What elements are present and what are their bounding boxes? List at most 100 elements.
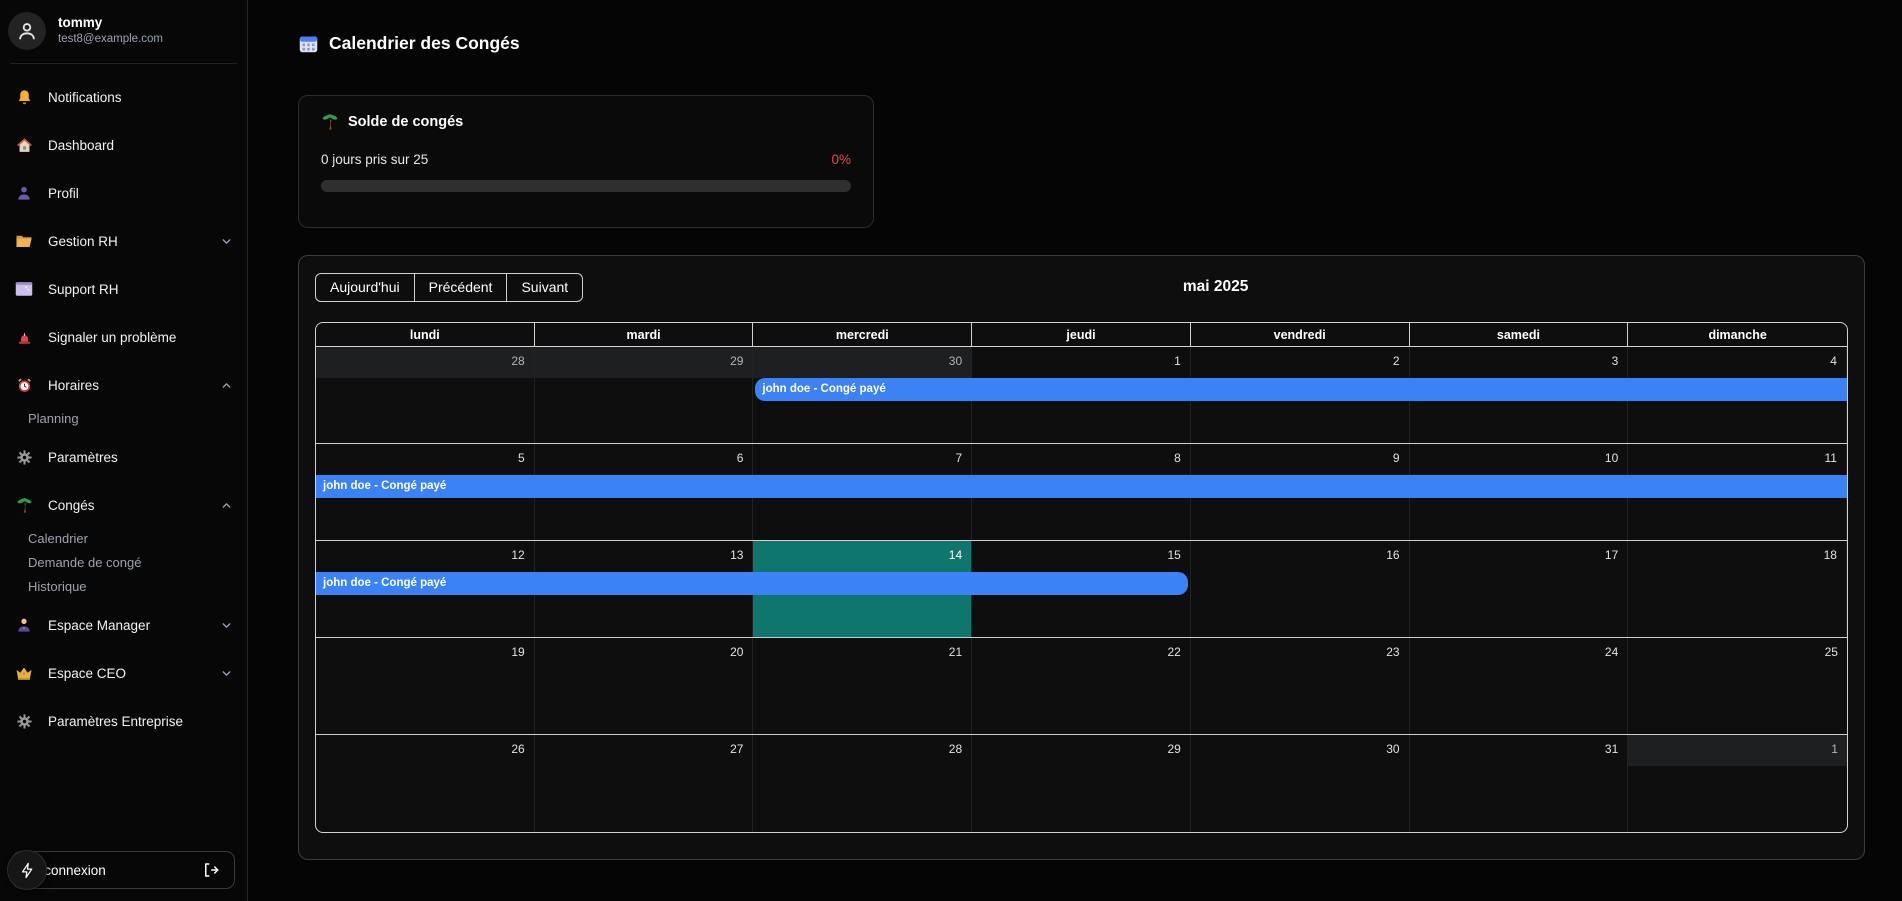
calendar-grid: lundimardimercredijeudivendredisamedidim… <box>315 322 1848 833</box>
day-number: 10 <box>1410 444 1628 475</box>
sidebar-subitem-calendrier[interactable]: Calendrier <box>14 526 233 550</box>
day-cell[interactable]: 18 <box>1628 541 1847 637</box>
chevron-down-icon <box>220 619 233 632</box>
calendar-event[interactable]: john doe - Congé payé <box>316 572 1188 595</box>
calendar-event[interactable]: john doe - Congé payé <box>755 378 1847 401</box>
day-cell[interactable]: 26 <box>316 735 535 832</box>
sidebar-item-notifications[interactable]: Notifications <box>14 82 233 112</box>
day-number: 27 <box>535 735 753 766</box>
day-cell[interactable]: 19 <box>316 638 535 734</box>
day-cell[interactable]: 17 <box>1410 541 1629 637</box>
day-number: 29 <box>535 347 753 378</box>
page-title: Calendrier des Congés <box>298 33 520 54</box>
day-number: 19 <box>316 638 534 669</box>
day-cell[interactable]: 31 <box>1410 735 1629 832</box>
sidebar-item-label: Gestion RH <box>48 234 118 249</box>
day-cell[interactable]: 23 <box>1191 638 1410 734</box>
calendar-nav-buttons: Aujourd'hui Précédent Suivant <box>315 273 583 302</box>
sidebar-item-profil[interactable]: Profil <box>14 178 233 208</box>
day-header-samedi: samedi <box>1410 323 1629 346</box>
day-number: 29 <box>972 735 1190 766</box>
sidebar-subitem-historique[interactable]: Historique <box>14 574 233 598</box>
sidebar-item-label: Signaler un problème <box>48 330 176 345</box>
sidebar-item-conges[interactable]: Congés <box>14 490 233 520</box>
day-number: 18 <box>1628 541 1846 572</box>
day-cell[interactable]: 28 <box>316 347 535 443</box>
calendar-week-row: 2627282930311 <box>316 735 1847 832</box>
day-number: 26 <box>316 735 534 766</box>
calendar-event[interactable]: john doe - Congé payé <box>316 475 1847 498</box>
day-number: 23 <box>1191 638 1409 669</box>
person-icon <box>14 183 34 203</box>
sidebar-item-gestion-rh[interactable]: Gestion RH <box>14 226 233 256</box>
chevron-down-icon <box>220 235 233 248</box>
sidebar-item-parametres-entreprise[interactable]: Paramètres Entreprise <box>14 706 233 736</box>
day-number: 12 <box>316 541 534 572</box>
sidebar-sublist-horaires: Planning <box>14 406 233 430</box>
calendar-icon <box>298 33 319 54</box>
sidebar-item-label: Espace CEO <box>48 666 126 681</box>
balance-card-title: Solde de congés <box>321 113 851 131</box>
sidebar-item-parametres[interactable]: Paramètres <box>14 442 233 472</box>
day-cell[interactable]: 29 <box>972 735 1191 832</box>
manager-icon <box>14 615 34 635</box>
avatar <box>8 12 46 50</box>
palm-tree-icon <box>321 113 339 131</box>
person-outline-icon <box>16 20 38 42</box>
day-number: 22 <box>972 638 1190 669</box>
day-number: 17 <box>1410 541 1628 572</box>
day-cell[interactable]: 29 <box>535 347 754 443</box>
sidebar-item-espace-manager[interactable]: Espace Manager <box>14 610 233 640</box>
day-header-vendredi: vendredi <box>1191 323 1410 346</box>
sidebar-subitem-demande-de-conge[interactable]: Demande de congé <box>14 550 233 574</box>
balance-card-title-text: Solde de congés <box>348 114 463 130</box>
sidebar-item-espace-ceo[interactable]: Espace CEO <box>14 658 233 688</box>
day-number: 2 <box>1191 347 1409 378</box>
dev-tools-button[interactable] <box>7 850 47 890</box>
gear-icon <box>14 447 34 467</box>
sidebar-subitem-planning[interactable]: Planning <box>14 406 233 430</box>
next-button[interactable]: Suivant <box>506 273 583 302</box>
day-cell[interactable]: 20 <box>535 638 754 734</box>
calendar-week-row: 19202122232425 <box>316 638 1847 735</box>
day-header-mardi: mardi <box>535 323 754 346</box>
day-number: 25 <box>1628 638 1847 669</box>
day-cell[interactable]: 22 <box>972 638 1191 734</box>
sidebar-item-signaler-un-probleme[interactable]: Signaler un problème <box>14 322 233 352</box>
crown-icon <box>14 663 34 683</box>
calendar-panel: Aujourd'hui Précédent Suivant mai 2025 l… <box>298 255 1865 860</box>
calendar-week-row: 2829301234john doe - Congé payé <box>316 347 1847 444</box>
today-button[interactable]: Aujourd'hui <box>315 273 415 302</box>
balance-percent: 0% <box>831 152 851 167</box>
sidebar-item-horaires[interactable]: Horaires <box>14 370 233 400</box>
user-profile[interactable]: tommy test8@example.com <box>0 0 247 63</box>
day-number: 8 <box>972 444 1190 475</box>
sidebar-item-support-rh[interactable]: Support RH <box>14 274 233 304</box>
day-header-mercredi: mercredi <box>753 323 972 346</box>
day-cell[interactable]: 21 <box>753 638 972 734</box>
day-cell[interactable]: 27 <box>535 735 754 832</box>
day-cell[interactable]: 16 <box>1191 541 1410 637</box>
day-number: 30 <box>753 347 971 378</box>
sidebar-item-label: Congés <box>48 498 95 513</box>
sidebar-item-label: Paramètres Entreprise <box>48 714 183 729</box>
folder-icon <box>14 231 34 251</box>
day-number: 7 <box>753 444 971 475</box>
day-number: 24 <box>1410 638 1628 669</box>
sidebar-item-label: Espace Manager <box>48 618 150 633</box>
day-cell[interactable]: 28 <box>753 735 972 832</box>
alarm-clock-icon <box>14 375 34 395</box>
sidebar-item-dashboard[interactable]: Dashboard <box>14 130 233 160</box>
page-title-text: Calendrier des Congés <box>329 33 520 54</box>
day-number: 21 <box>753 638 971 669</box>
day-cell[interactable]: 30 <box>1191 735 1410 832</box>
day-cell[interactable]: 25 <box>1628 638 1847 734</box>
main-content: Calendrier des Congés Solde de congés 0 … <box>249 0 1902 901</box>
day-header-lundi: lundi <box>316 323 535 346</box>
sidebar-item-label: Dashboard <box>48 138 114 153</box>
calendar-month-title: mai 2025 <box>583 278 1848 296</box>
prev-button[interactable]: Précédent <box>414 273 508 302</box>
day-cell[interactable]: 1 <box>1628 735 1847 832</box>
day-cell[interactable]: 24 <box>1410 638 1629 734</box>
palm-tree-icon <box>14 495 34 515</box>
